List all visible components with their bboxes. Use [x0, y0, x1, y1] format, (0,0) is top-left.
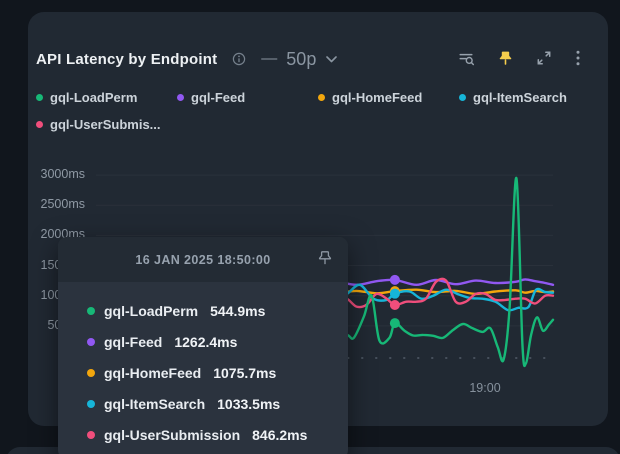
series-name: gql-Feed: [104, 334, 162, 350]
legend-item-loadperm[interactable]: gql-LoadPerm: [36, 84, 177, 111]
pin-tooltip-icon[interactable]: [316, 249, 334, 267]
legend-item-feed[interactable]: gql-Feed: [177, 84, 318, 111]
series-style-dash: —: [261, 50, 277, 68]
chevron-down-icon: [325, 50, 337, 68]
tooltip-row: gql-Feed 1262.4ms: [87, 326, 348, 357]
series-dot: [87, 400, 95, 408]
series-value: 1075.7ms: [213, 365, 276, 381]
tooltip-row: gql-ItemSearch 1033.5ms: [87, 388, 348, 419]
dashboard-page: API Latency by Endpoint — 50p: [0, 0, 620, 454]
series-dot: [87, 338, 95, 346]
chart-tooltip: 16 JAN 2025 18:50:00 gql-LoadPerm 544.9m…: [58, 237, 348, 454]
series-dot: [177, 94, 184, 101]
tooltip-row: gql-LoadPerm 544.9ms: [87, 295, 348, 326]
aggregation-selector[interactable]: — 50p: [261, 49, 337, 70]
legend-item-itemsearch[interactable]: gql-ItemSearch: [459, 84, 600, 111]
kebab-menu-icon[interactable]: [574, 49, 582, 67]
chart-legend: gql-LoadPerm gql-Feed gql-HomeFeed gql-I…: [36, 84, 604, 138]
series-name: gql-ItemSearch: [104, 396, 205, 412]
y-axis-tick: 3000ms: [30, 167, 85, 181]
series-value: 544.9ms: [210, 303, 265, 319]
aggregation-value: 50p: [286, 49, 316, 70]
series-value: 1033.5ms: [217, 396, 280, 412]
series-dot: [87, 431, 95, 439]
series-dot: [36, 94, 43, 101]
series-dot: [318, 94, 325, 101]
tooltip-row: gql-HomeFeed 1075.7ms: [87, 357, 348, 388]
panel-toolbar: [457, 46, 582, 70]
legend-label: gql-Feed: [191, 90, 245, 105]
expand-icon[interactable]: [535, 49, 553, 67]
series-dot: [36, 121, 43, 128]
legend-label: gql-HomeFeed: [332, 90, 422, 105]
info-icon[interactable]: [230, 50, 248, 68]
legend-label: gql-UserSubmis...: [50, 117, 161, 132]
y-axis-tick: 2500ms: [30, 197, 85, 211]
series-dot: [87, 369, 95, 377]
series-name: gql-HomeFeed: [104, 365, 201, 381]
series-name: gql-LoadPerm: [104, 303, 198, 319]
legend-label: gql-ItemSearch: [473, 90, 567, 105]
series-value: 846.2ms: [252, 427, 307, 443]
pin-icon[interactable]: [496, 49, 514, 67]
tooltip-timestamp: 16 JAN 2025 18:50:00: [135, 253, 270, 267]
panel-title: API Latency by Endpoint: [36, 51, 217, 68]
tooltip-body: gql-LoadPerm 544.9ms gql-Feed 1262.4ms g…: [58, 282, 348, 450]
x-axis-label: 19:00: [455, 381, 515, 395]
legend-item-homefeed[interactable]: gql-HomeFeed: [318, 84, 459, 111]
tooltip-header: 16 JAN 2025 18:50:00: [58, 237, 348, 282]
tooltip-row: gql-UserSubmission 846.2ms: [87, 419, 348, 450]
legend-label: gql-LoadPerm: [50, 90, 137, 105]
series-dot: [459, 94, 466, 101]
series-dot: [87, 307, 95, 315]
series-value: 1262.4ms: [174, 334, 237, 350]
panel-header: API Latency by Endpoint — 50p: [36, 46, 337, 72]
legend-item-usersubmission[interactable]: gql-UserSubmis...: [36, 111, 177, 138]
search-list-icon[interactable]: [457, 49, 475, 67]
series-name: gql-UserSubmission: [104, 427, 240, 443]
